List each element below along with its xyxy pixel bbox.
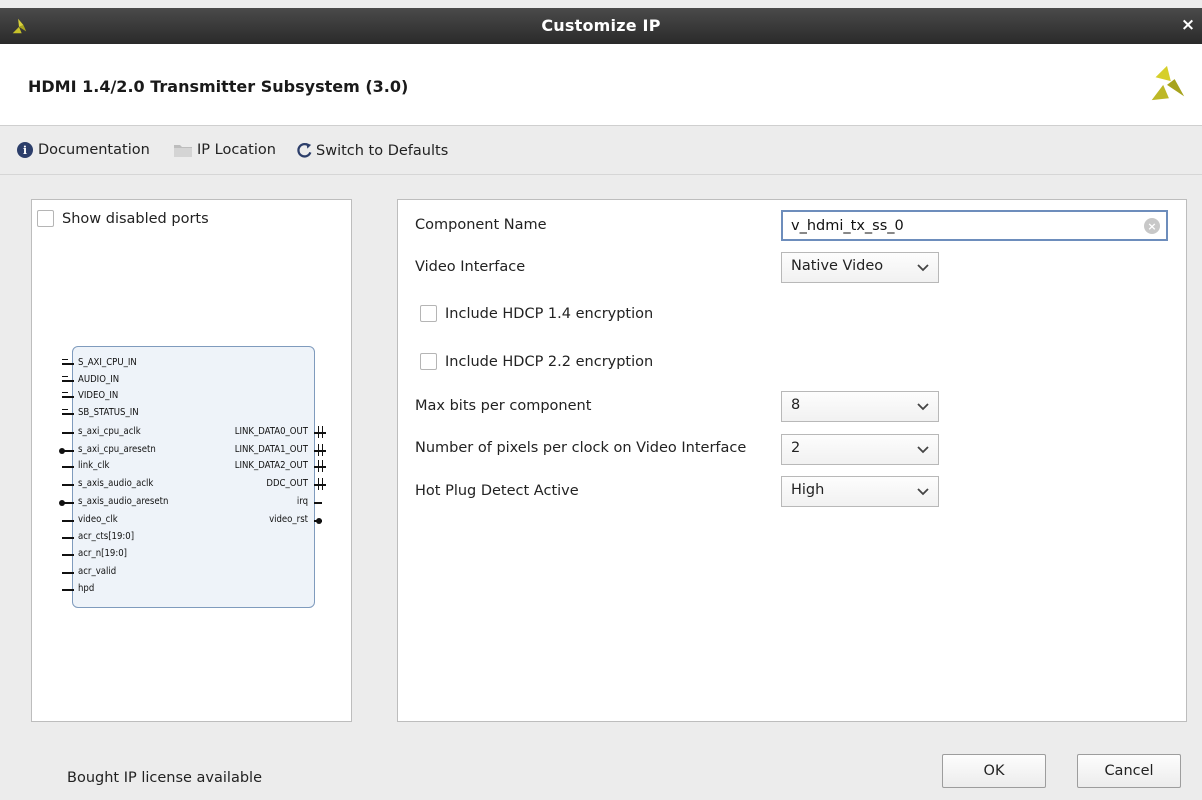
max-bits-value: 8 [791, 397, 801, 413]
bus-marker [62, 392, 68, 393]
port-stub [62, 466, 74, 468]
clear-icon[interactable]: × [1144, 218, 1160, 234]
port-stub [62, 537, 74, 539]
ok-button[interactable]: OK [942, 754, 1046, 788]
port-stub [314, 502, 322, 504]
hdcp14-checkbox[interactable]: Include HDCP 1.4 encryption [420, 305, 653, 322]
bus-marker [62, 359, 68, 360]
port-label: s_axi_cpu_aclk [78, 426, 141, 437]
bus-marker [62, 376, 68, 377]
port-label: link_clk [78, 460, 110, 471]
license-status: Bought IP license available [67, 770, 262, 786]
port-label: video_clk [78, 514, 118, 525]
hdcp14-label: Include HDCP 1.4 encryption [445, 305, 654, 322]
active-low-marker [59, 448, 65, 454]
port-label: irq [296, 496, 308, 507]
port-label: LINK_DATA1_OUT [234, 444, 308, 455]
title-bar-strip: Customize IP × [0, 8, 1202, 44]
port-label: SB_STATUS_IN [78, 407, 139, 418]
toolbar: i Documentation IP Location Switch to De… [0, 127, 1202, 175]
hot-plug-detect-select[interactable]: High [781, 476, 939, 507]
port-label: hpd [78, 583, 95, 594]
max-bits-select[interactable]: 8 [781, 391, 939, 422]
chevron-down-icon [917, 446, 929, 454]
checkbox-box[interactable] [420, 353, 437, 370]
bus-marker [318, 444, 323, 456]
port-stub [62, 484, 74, 486]
hot-plug-detect-value: High [791, 482, 825, 498]
port-label: s_axi_cpu_aresetn [78, 444, 156, 455]
port-stub [62, 572, 74, 574]
port-label: video_rst [269, 514, 308, 525]
port-stub [64, 502, 74, 504]
chevron-down-icon [917, 264, 929, 272]
port-stub [62, 589, 74, 591]
show-disabled-ports-label: Show disabled ports [62, 210, 209, 227]
port-label: acr_cts[19:0] [78, 531, 135, 542]
component-name-label: Component Name [415, 217, 547, 233]
port-stub [62, 413, 74, 415]
active-low-marker [59, 500, 65, 506]
port-stub [62, 363, 74, 365]
ip-title: HDMI 1.4/2.0 Transmitter Subsystem (3.0) [28, 77, 409, 96]
refresh-icon [297, 142, 312, 158]
checkbox-box[interactable] [37, 210, 54, 227]
bus-marker [318, 478, 323, 490]
port-stub [62, 380, 74, 382]
hot-plug-detect-label: Hot Plug Detect Active [415, 483, 579, 499]
video-interface-label: Video Interface [415, 259, 526, 275]
port-stub [62, 554, 74, 556]
active-low-marker [316, 518, 322, 524]
port-stub [62, 520, 74, 522]
show-disabled-ports-checkbox[interactable]: Show disabled ports [37, 210, 209, 227]
port-label: LINK_DATA0_OUT [234, 426, 308, 437]
port-label: S_AXI_CPU_IN [78, 357, 137, 368]
switch-to-defaults-label: Switch to Defaults [316, 142, 449, 159]
port-label: LINK_DATA2_OUT [234, 460, 308, 471]
window-title: Customize IP [541, 16, 661, 35]
max-bits-label: Max bits per component [415, 398, 592, 414]
chevron-down-icon [917, 403, 929, 411]
port-label: VIDEO_IN [78, 390, 119, 401]
port-label: s_axis_audio_aresetn [78, 496, 169, 507]
hdcp22-label: Include HDCP 2.2 encryption [445, 353, 654, 370]
close-icon[interactable]: × [1178, 15, 1198, 35]
port-stub [62, 396, 74, 398]
port-label: DDC_OUT [266, 478, 308, 489]
xilinx-logo-icon [1151, 65, 1185, 101]
port-label: acr_valid [78, 566, 117, 577]
pixels-per-clock-label: Number of pixels per clock on Video Inte… [415, 440, 747, 456]
checkbox-box[interactable] [420, 305, 437, 322]
info-icon: i [17, 142, 33, 158]
ip-location-label: IP Location [197, 142, 276, 158]
switch-to-defaults-button[interactable]: Switch to Defaults [296, 142, 448, 159]
pixels-per-clock-select[interactable]: 2 [781, 434, 939, 465]
port-label: acr_n[19:0] [78, 548, 127, 559]
header: HDMI 1.4/2.0 Transmitter Subsystem (3.0) [0, 44, 1202, 126]
video-interface-select[interactable]: Native Video [781, 252, 939, 283]
documentation-button[interactable]: i Documentation [17, 142, 150, 158]
bus-marker [62, 409, 68, 410]
pixels-per-clock-value: 2 [791, 440, 801, 456]
ip-location-button[interactable]: IP Location [174, 142, 276, 158]
port-stub [64, 450, 74, 452]
video-interface-value: Native Video [791, 258, 884, 274]
port-stub [62, 432, 74, 434]
cancel-button[interactable]: Cancel [1077, 754, 1181, 788]
bus-marker [318, 460, 323, 472]
component-name-input[interactable] [781, 210, 1168, 241]
title-bar: Customize IP × [0, 0, 1202, 44]
port-label: s_axis_audio_aclk [78, 478, 154, 489]
bus-marker [318, 426, 323, 438]
port-label: AUDIO_IN [78, 374, 120, 385]
hdcp22-checkbox[interactable]: Include HDCP 2.2 encryption [420, 353, 653, 370]
documentation-label: Documentation [38, 142, 150, 158]
folder-icon [174, 144, 192, 157]
chevron-down-icon [917, 488, 929, 496]
